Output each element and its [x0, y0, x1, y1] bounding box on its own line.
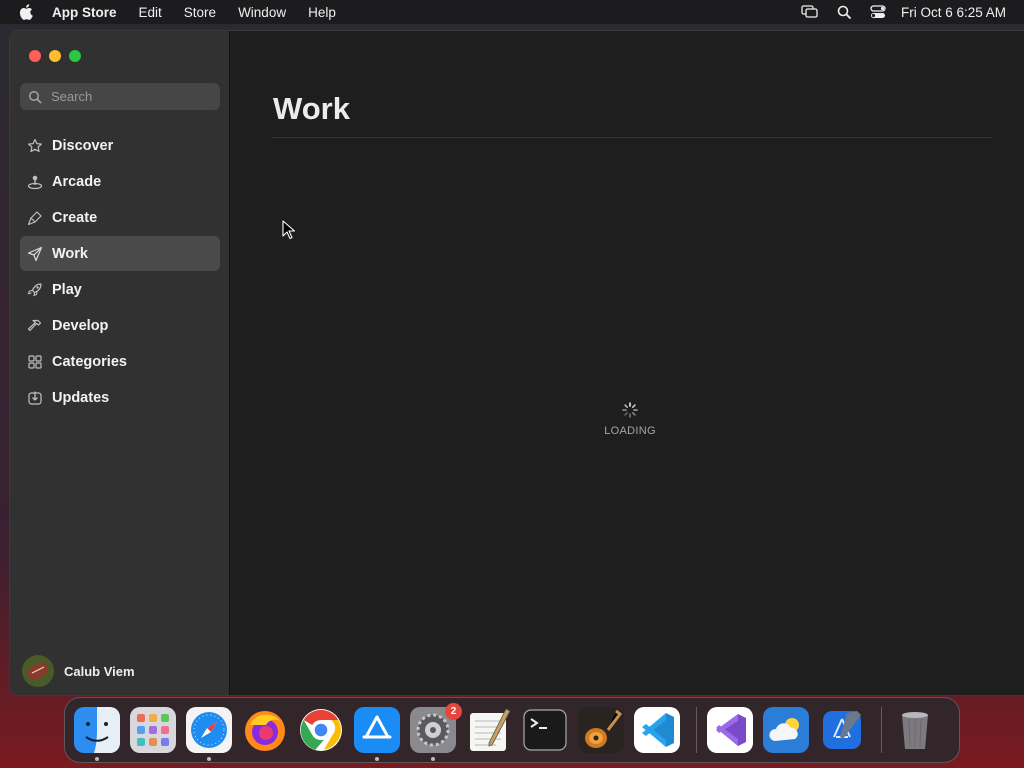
sidebar-item-discover[interactable]: Discover: [20, 128, 220, 163]
apple-menu-icon[interactable]: [18, 4, 34, 20]
sidebar-item-label: Develop: [52, 317, 109, 334]
running-indicator: [375, 757, 379, 761]
finder-icon: [74, 707, 120, 753]
sidebar-item-categories[interactable]: Categories: [20, 344, 220, 379]
loading-indicator: LOADING: [600, 401, 660, 437]
window-controls: [29, 50, 89, 62]
sidebar-item-create[interactable]: Create: [20, 200, 220, 235]
menu-help[interactable]: Help: [308, 5, 336, 20]
avatar: [22, 655, 54, 687]
sidebar-item-label: Discover: [52, 137, 114, 154]
sidebar-nav: Discover Arcade Create Work Play Develop…: [20, 128, 220, 416]
trash-icon: [902, 712, 928, 749]
dock-separator: [881, 707, 882, 753]
firefox-icon: [245, 711, 285, 751]
spotlight-search-icon[interactable]: [835, 4, 853, 20]
terminal-icon: [523, 709, 567, 751]
star-icon: [26, 137, 44, 155]
dock-safari[interactable]: [186, 707, 232, 761]
menu-clock[interactable]: Fri Oct 6 6:25 AM: [901, 5, 1006, 20]
grid-icon: [26, 353, 44, 371]
sidebar: Discover Arcade Create Work: [10, 31, 230, 695]
safari-icon: [186, 707, 232, 753]
hammer-icon: [26, 317, 44, 335]
mouse-pointer-icon: [282, 220, 296, 240]
dock-finder[interactable]: [74, 707, 120, 761]
running-indicator: [95, 757, 99, 761]
search-input[interactable]: [51, 89, 211, 104]
sidebar-item-label: Categories: [52, 353, 127, 370]
main-content: Work LOADING: [230, 31, 1024, 695]
dock-launchpad[interactable]: [130, 707, 176, 753]
textedit-icon: [470, 708, 511, 751]
xcode-icon: [823, 711, 861, 749]
dock-separator: [696, 707, 697, 753]
dock-weather[interactable]: [763, 707, 809, 753]
dock-app-store[interactable]: [354, 707, 400, 761]
account-button[interactable]: Calub Viem: [22, 655, 135, 687]
sidebar-item-updates[interactable]: Updates: [20, 380, 220, 415]
sidebar-item-label: Updates: [52, 389, 110, 406]
sidebar-item-label: Play: [52, 281, 82, 298]
sidebar-item-develop[interactable]: Develop: [20, 308, 220, 343]
brush-icon: [26, 209, 44, 227]
spinner-icon: [621, 401, 639, 419]
dock-terminal[interactable]: [522, 707, 568, 753]
menu-window[interactable]: Window: [238, 5, 286, 20]
loading-label: LOADING: [604, 425, 656, 437]
sidebar-item-play[interactable]: Play: [20, 272, 220, 307]
zoom-button[interactable]: [69, 50, 81, 62]
dock-textedit[interactable]: [466, 707, 512, 753]
weather-icon: [763, 707, 809, 753]
running-indicator: [207, 757, 211, 761]
page-title: Work: [273, 91, 350, 126]
notification-badge: 2: [445, 703, 462, 720]
menu-edit[interactable]: Edit: [139, 5, 162, 20]
dock-system-settings[interactable]: 2: [410, 703, 462, 761]
chrome-icon: [300, 709, 342, 751]
rocket-icon: [26, 281, 44, 299]
running-indicator: [431, 757, 435, 761]
search-icon: [28, 90, 42, 104]
minimize-button[interactable]: [49, 50, 61, 62]
title-divider: [272, 137, 992, 138]
sidebar-item-label: Work: [52, 245, 88, 262]
garageband-icon: [578, 707, 624, 753]
app-store-window: Discover Arcade Create Work: [9, 30, 1024, 696]
user-name: Calub Viem: [64, 663, 135, 679]
dock-firefox[interactable]: [242, 707, 288, 753]
menu-app-name[interactable]: App Store: [52, 5, 117, 20]
dock-trash[interactable]: [892, 707, 938, 753]
dock-vscode[interactable]: [634, 707, 680, 753]
sidebar-item-work[interactable]: Work: [20, 236, 220, 271]
vscode-icon: [634, 707, 680, 753]
dock-xcode[interactable]: [819, 707, 865, 753]
sidebar-item-label: Create: [52, 209, 98, 226]
download-icon: [26, 389, 44, 407]
launchpad-icon: [130, 707, 176, 753]
control-center-icon[interactable]: [869, 4, 887, 20]
sidebar-item-label: Arcade: [52, 173, 102, 190]
menu-store[interactable]: Store: [184, 5, 216, 20]
dock: 2: [64, 697, 960, 763]
dock-chrome[interactable]: [298, 707, 344, 753]
menu-bar: App Store Edit Store Window Help Fri Oct…: [0, 0, 1024, 24]
paper-plane-icon: [26, 245, 44, 263]
dock-garageband[interactable]: [578, 707, 624, 753]
search-field[interactable]: [20, 83, 220, 110]
app-store-icon: [354, 707, 400, 753]
visual-studio-icon: [707, 707, 753, 753]
close-button[interactable]: [29, 50, 41, 62]
screen-mirroring-icon[interactable]: [801, 4, 819, 20]
joystick-icon: [26, 173, 44, 191]
sidebar-item-arcade[interactable]: Arcade: [20, 164, 220, 199]
dock-visual-studio[interactable]: [707, 707, 753, 753]
